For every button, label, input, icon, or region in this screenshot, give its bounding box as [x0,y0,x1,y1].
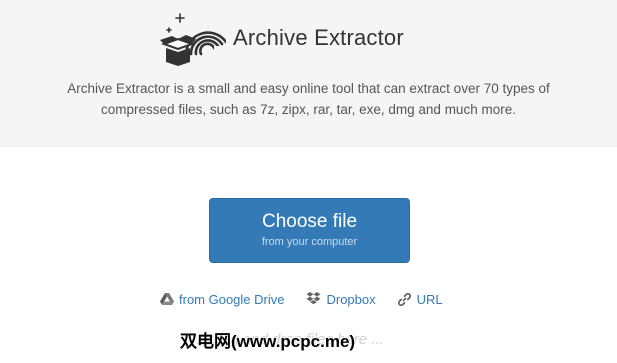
watermark-text: 双电网(www.pcpc.me) [180,332,356,351]
choose-file-sublabel: from your computer [261,236,358,248]
link-icon [397,292,411,306]
app-description: Archive Extractor is a small and easy on… [67,81,550,117]
dropbox-link[interactable]: Dropbox [306,291,376,307]
google-drive-icon [160,292,174,305]
google-drive-label: from Google Drive [179,291,285,307]
google-drive-link[interactable]: from Google Drive [160,292,284,307]
choose-file-button[interactable]: Choose file from your computer [209,198,410,263]
upload-sources: from Google Drive Dropbox URL [160,290,443,308]
dropbox-icon [306,292,321,305]
choose-file-label: Choose file [261,211,358,232]
url-link[interactable]: URL [397,292,443,307]
archive-extractor-page: Archive Extractor Archive Extractor is a… [0,0,617,363]
dropbox-label: Dropbox [326,291,376,307]
app-title: Archive Extractor [233,25,404,50]
url-label: URL [416,291,443,307]
brand: Archive Extractor [160,8,404,68]
header: Archive Extractor Archive Extractor is a… [0,0,617,147]
rainbow-box-logo-icon [160,13,226,66]
